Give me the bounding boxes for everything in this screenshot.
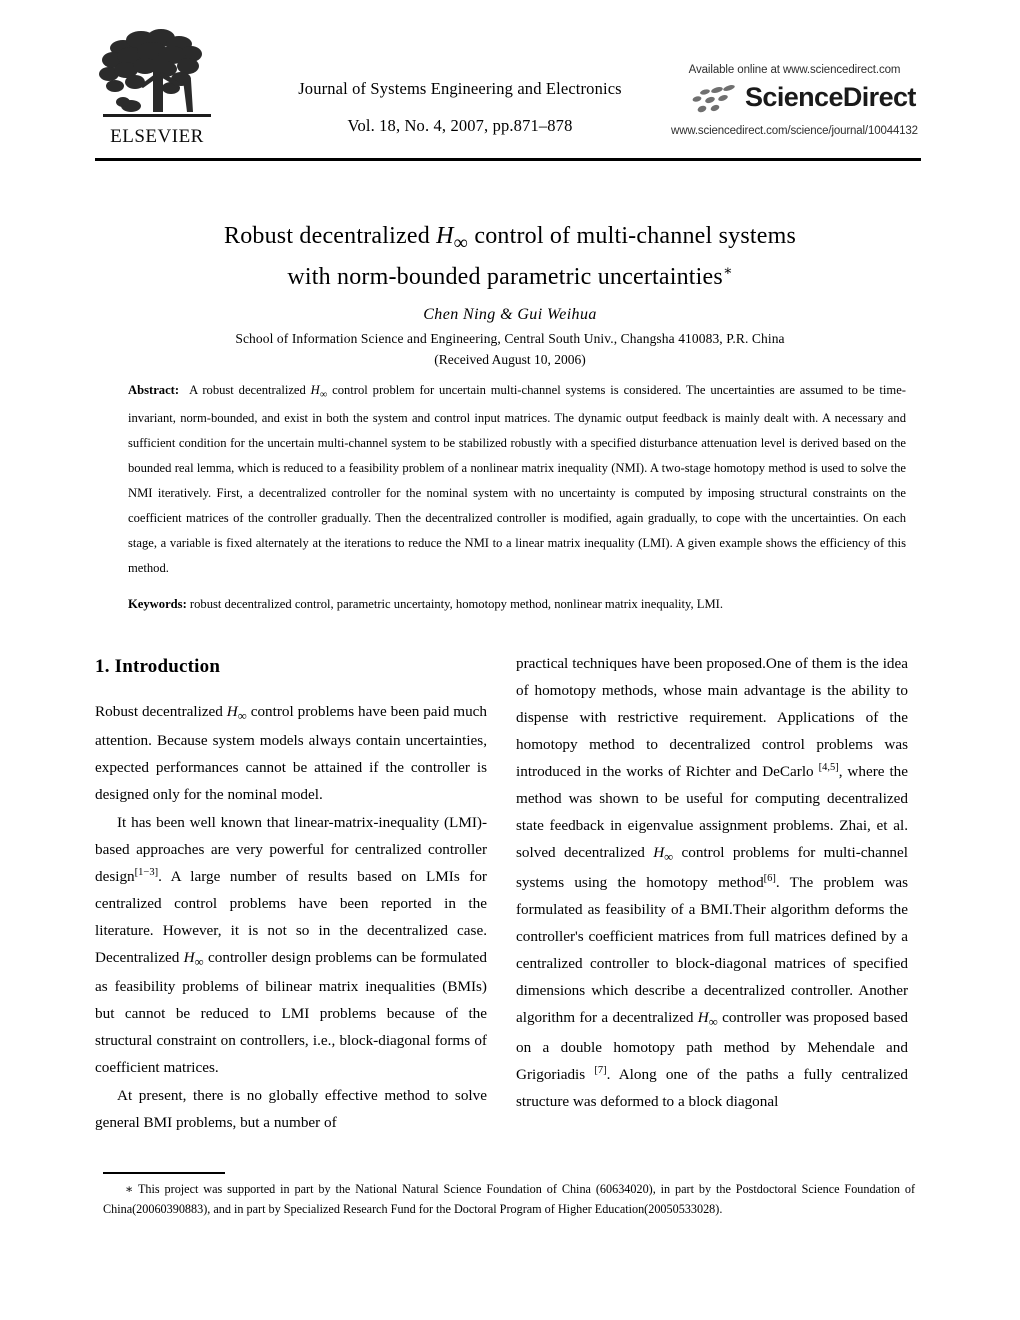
p1-left-h-symbol: H [226,702,238,720]
document-page: ELSEVIER Journal of Systems Engineering … [0,0,1020,1320]
citation-ref-4-5: [4,5] [818,762,839,774]
paper-title-text: Robust decentralized H∞ control of multi… [120,218,900,296]
affiliation-line: School of Information Science and Engine… [235,331,785,346]
abstract-block: Abstract: A robust decentralized H∞ contr… [128,378,906,581]
author-list: Chen Ning & Gui Weihua [423,306,597,323]
sciencedirect-swoosh-icon [685,83,745,122]
body-column-right: practical techniques have been proposed.… [516,650,908,1115]
paragraph-right-1: practical techniques have been proposed.… [516,650,908,1115]
journal-title: Journal of Systems Engineering and Elect… [298,79,622,98]
p1-right-h-symbol-2: H [697,1009,709,1027]
received-date: (Received August 10, 2006) [434,352,586,367]
p1-right-h-symbol: H [653,844,665,862]
p1-right-infinity-subscript: ∞ [664,850,674,865]
p2-left-infinity-subscript: ∞ [194,954,204,969]
masthead: ELSEVIER Journal of Systems Engineering … [95,22,920,147]
sciencedirect-block: Available online at www.sciencedirect.co… [667,64,922,137]
p2-left-h-symbol: H [183,948,195,966]
p1-left-infinity-subscript: ∞ [237,708,247,723]
title-infinity-subscript: ∞ [453,231,469,254]
sciencedirect-logo-row: ScienceDirect [667,81,922,119]
abstract-text-part2: control problem for uncertain multi-chan… [128,383,906,575]
elsevier-wordmark: ELSEVIER [110,126,204,147]
p1-right-a: practical techniques have been proposed.… [516,655,908,781]
keywords-text: robust decentralized control, parametric… [189,597,724,611]
p1-right-infinity-subscript-2: ∞ [708,1015,718,1030]
abstract-h-symbol: H [310,383,320,397]
title-line1-prefix: Robust decentralized [223,223,437,249]
abstract-text-part1: A robust decentralized [189,383,311,397]
title-h-symbol: H [436,223,454,249]
journal-info: Journal of Systems Engineering and Elect… [245,78,675,136]
sciencedirect-available-text: Available online at www.sciencedirect.co… [688,64,901,76]
paragraph-left-2: It has been well known that linear-matri… [95,809,487,1082]
masthead-divider [95,158,921,161]
abstract-label: Abstract: [128,383,180,397]
title-footnote-marker: ∗ [722,263,733,279]
footnote-block: ∗ This project was supported in part by … [103,1180,915,1220]
title-line2: with norm-bounded parametric uncertainti… [287,263,723,290]
keywords-block: Keywords: robust decentralized control, … [128,592,906,617]
paragraph-left-3: At present, there is no globally effecti… [95,1086,487,1131]
citation-ref-1-3: [1−3] [134,866,159,878]
keywords-label: Keywords: [128,597,187,611]
p1-left-prefix: Robust decentralized [95,702,227,720]
p1-right-d: . The problem was formulated as feasibil… [516,873,908,1027]
journal-volume-line: Vol. 18, No. 4, 2007, pp.871–878 [347,116,573,136]
title-line1-suffix: control of multi-channel systems [468,223,797,249]
body-column-left: 1. Introduction Robust decentralized H∞ … [95,650,487,1136]
paragraph-left-1: Robust decentralized H∞ control problems… [95,698,487,809]
sciencedirect-wordmark: ScienceDirect [745,82,916,112]
footnote-text: This project was supported in part by th… [103,1182,915,1216]
citation-ref-7: [7] [594,1064,607,1076]
footnote-divider [103,1172,225,1174]
sciencedirect-journal-url: www.sciencedirect.com/science/journal/10… [671,125,918,137]
section-heading-introduction: 1. Introduction [95,656,221,677]
page-title: Robust decentralized H∞ control of multi… [120,218,900,296]
p2-left-c: controller design problems can be formul… [95,948,487,1077]
citation-ref-6: [6] [763,872,776,884]
